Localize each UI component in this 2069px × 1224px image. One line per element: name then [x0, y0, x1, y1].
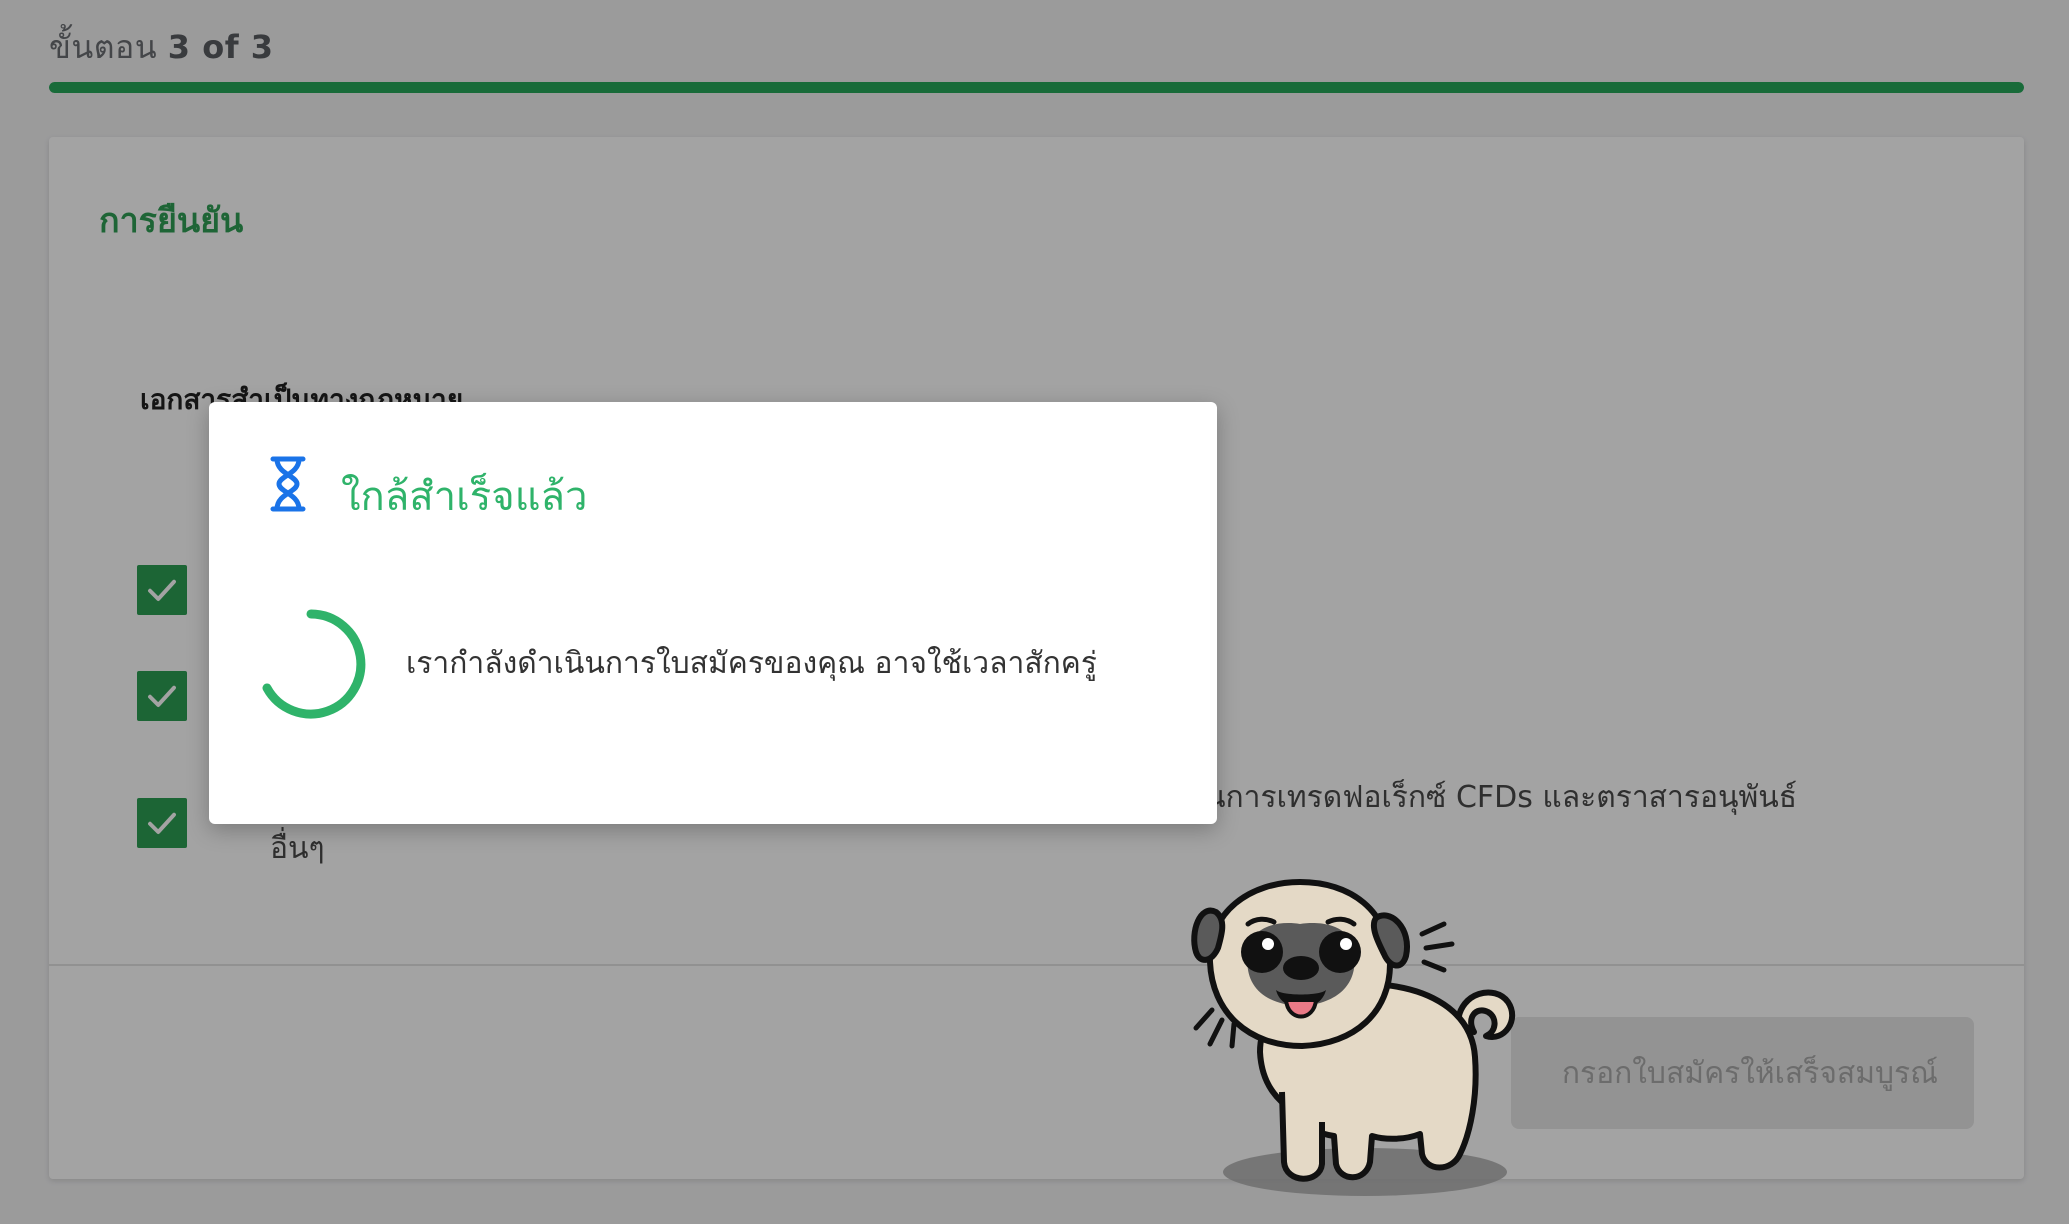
- processing-dialog: ใกล้สำเร็จแล้ว เรากำลังดำเนินการใบสมัครข…: [209, 402, 1217, 824]
- dialog-message: เรากำลังดำเนินการใบสมัครของคุณ อาจใช้เวล…: [406, 646, 1097, 681]
- loading-spinner-icon: [262, 609, 366, 719]
- application-page: ขั้นตอน 3 of 3 การยืนยัน เอกสารสำเป็นทาง…: [0, 0, 2069, 1224]
- hourglass-icon: [270, 456, 306, 512]
- dialog-title: ใกล้สำเร็จแล้ว: [341, 474, 588, 520]
- pug-illustration: [1191, 878, 1516, 1196]
